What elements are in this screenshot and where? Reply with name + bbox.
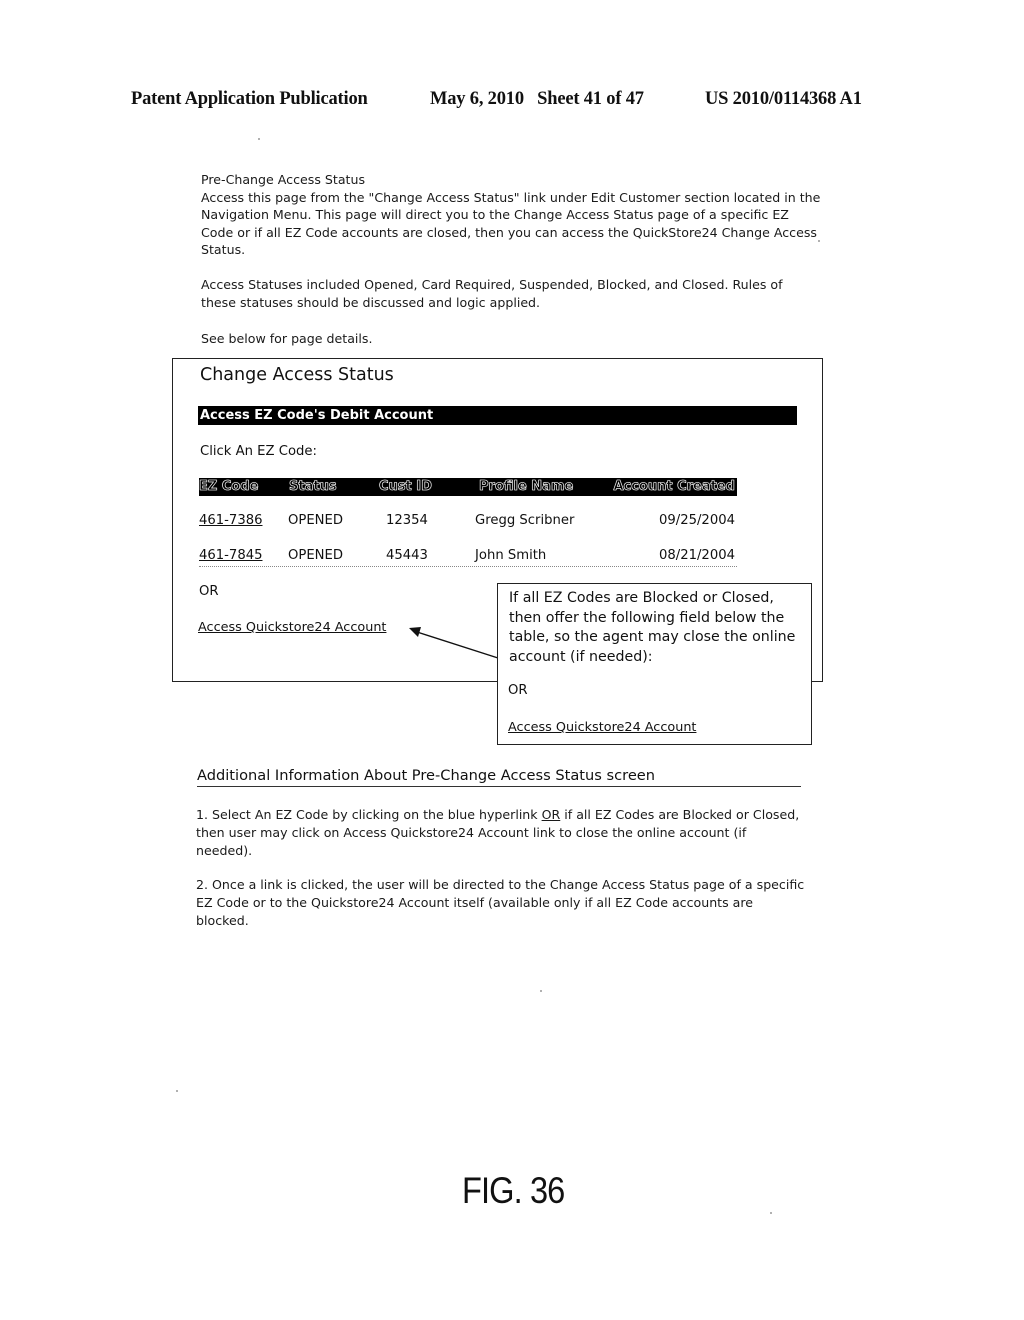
account-created-cell: 08/21/2004 bbox=[658, 548, 735, 563]
table-row: 461-7845 OPENED 45443 John Smith 08/21/2… bbox=[199, 548, 737, 568]
cust-id-cell: 12354 bbox=[386, 513, 428, 528]
additional-info-title: Additional Information About Pre-Change … bbox=[197, 767, 801, 787]
callout-quickstore-link[interactable]: Access Quickstore24 Account bbox=[508, 720, 696, 735]
column-header-profile-name[interactable]: Profile Name bbox=[479, 478, 574, 496]
column-header-cust-id[interactable]: Cust ID bbox=[379, 478, 433, 496]
callout-or-label: OR bbox=[508, 683, 528, 698]
scan-speck bbox=[258, 138, 260, 140]
table-row: 461-7386 OPENED 12354 Gregg Scribner 09/… bbox=[199, 513, 737, 533]
date-sheet-label: May 6, 2010 Sheet 41 of 47 bbox=[430, 89, 644, 109]
profile-name-cell: John Smith bbox=[475, 548, 547, 563]
status-cell: OPENED bbox=[288, 513, 344, 528]
column-header-account-created[interactable]: Account Created bbox=[613, 478, 735, 496]
additional-info-item-1: 1. Select An EZ Code by clicking on the … bbox=[196, 806, 806, 860]
column-header-status[interactable]: Status bbox=[289, 478, 337, 496]
callout-text: If all EZ Codes are Blocked or Closed, t… bbox=[509, 590, 796, 665]
ez-code-link[interactable]: 461-7386 bbox=[199, 513, 263, 528]
patent-number: US 2010/0114368 A1 bbox=[705, 89, 862, 109]
additional-info-item-2: 2. Once a link is clicked, the user will… bbox=[196, 877, 805, 928]
figure-label: FIG. 36 bbox=[462, 1170, 565, 1211]
intro-heading: Pre-Change Access Status bbox=[201, 172, 366, 187]
intro-section: Pre-Change Access Status Access this pag… bbox=[201, 171, 821, 259]
status-rules-paragraph: Access Statuses included Opened, Card Re… bbox=[201, 277, 783, 310]
row-divider bbox=[199, 566, 737, 567]
see-below-note: See below for page details. bbox=[201, 331, 373, 346]
item1-or-emphasis: OR bbox=[541, 807, 561, 822]
scan-speck bbox=[176, 1090, 178, 1092]
account-created-cell: 09/25/2004 bbox=[658, 513, 735, 528]
item1-text-start: 1. Select An EZ Code by clicking on the … bbox=[196, 807, 542, 822]
status-cell: OPENED bbox=[288, 548, 344, 563]
scan-speck bbox=[540, 990, 542, 992]
scan-speck bbox=[770, 1212, 772, 1214]
quickstore-account-link[interactable]: Access Quickstore24 Account bbox=[198, 620, 386, 635]
ez-code-link[interactable]: 461-7845 bbox=[199, 548, 263, 563]
column-header-ez-code[interactable]: EZ Code bbox=[199, 478, 259, 496]
intro-paragraph: Access this page from the "Change Access… bbox=[201, 189, 821, 258]
callout-arrow-icon bbox=[409, 627, 499, 659]
table-header: EZ Code Status Cust ID Profile Name Acco… bbox=[199, 478, 737, 496]
cust-id-cell: 45443 bbox=[386, 548, 428, 563]
or-label: OR bbox=[199, 584, 219, 599]
publication-label: Patent Application Publication bbox=[131, 89, 368, 109]
screen-title: Change Access Status bbox=[200, 365, 394, 385]
section-bar: Access EZ Code's Debit Account bbox=[198, 406, 797, 425]
click-instruction: Click An EZ Code: bbox=[200, 444, 317, 459]
scan-speck bbox=[818, 240, 820, 242]
profile-name-cell: Gregg Scribner bbox=[475, 513, 575, 528]
